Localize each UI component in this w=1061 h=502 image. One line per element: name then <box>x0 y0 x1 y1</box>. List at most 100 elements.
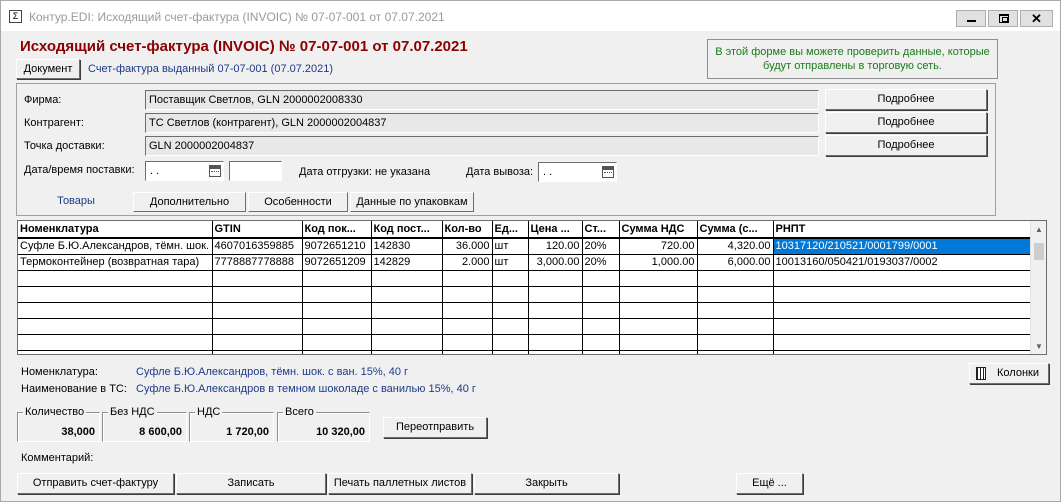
empty-row[interactable] <box>18 286 1031 303</box>
cell-nomenclature[interactable]: Суфле Б.Ю.Александров, тёмн. шок. <box>18 238 213 255</box>
resend-button[interactable]: Переотправить <box>383 417 487 438</box>
empty-cell[interactable] <box>442 270 493 287</box>
empty-cell[interactable] <box>619 286 698 303</box>
empty-cell[interactable] <box>773 350 1031 354</box>
cell-vat-rate[interactable]: 20% <box>582 254 620 271</box>
empty-cell[interactable] <box>697 270 774 287</box>
empty-cell[interactable] <box>582 270 620 287</box>
maximize-button[interactable] <box>988 10 1018 27</box>
empty-cell[interactable] <box>212 270 303 287</box>
cell-supplier-code[interactable]: 142829 <box>371 254 443 271</box>
scroll-up-icon[interactable]: ▲ <box>1035 225 1043 234</box>
empty-cell[interactable] <box>773 286 1031 303</box>
empty-cell[interactable] <box>528 350 583 354</box>
empty-cell[interactable] <box>18 350 213 354</box>
empty-cell[interactable] <box>528 286 583 303</box>
cell-vat-rate[interactable]: 20% <box>582 238 620 255</box>
cell-unit[interactable]: шт <box>492 238 529 255</box>
empty-cell[interactable] <box>697 334 774 351</box>
tab-features[interactable]: Особенности <box>248 192 348 212</box>
empty-cell[interactable] <box>773 334 1031 351</box>
empty-cell[interactable] <box>442 286 493 303</box>
empty-cell[interactable] <box>619 302 698 319</box>
cell-nomenclature[interactable]: Термоконтейнер (возвратная тара) <box>18 254 213 271</box>
calendar-icon[interactable] <box>602 166 614 178</box>
empty-cell[interactable] <box>442 302 493 319</box>
empty-row[interactable] <box>18 334 1031 351</box>
empty-cell[interactable] <box>302 334 372 351</box>
cell-buyer-code[interactable]: 9072651210 <box>302 238 372 255</box>
empty-cell[interactable] <box>371 286 443 303</box>
calendar-icon[interactable] <box>209 165 221 177</box>
empty-cell[interactable] <box>492 302 529 319</box>
save-button[interactable]: Записать <box>176 473 326 494</box>
column-header[interactable]: Ед... <box>492 221 529 239</box>
column-header[interactable]: Номенклатура <box>18 221 213 239</box>
empty-cell[interactable] <box>582 302 620 319</box>
column-header[interactable]: Код пок... <box>302 221 372 239</box>
table-row[interactable]: Термоконтейнер (возвратная тара) 7778887… <box>18 254 1031 271</box>
empty-cell[interactable] <box>371 302 443 319</box>
delivery-time-input[interactable] <box>229 161 282 181</box>
empty-cell[interactable] <box>302 286 372 303</box>
counterparty-field[interactable]: ТС Светлов (контрагент), GLN 20000020048… <box>145 113 819 133</box>
empty-cell[interactable] <box>773 270 1031 287</box>
cell-price[interactable]: 120.00 <box>528 238 583 255</box>
empty-cell[interactable] <box>619 350 698 354</box>
cell-quantity[interactable]: 36.000 <box>442 238 493 255</box>
empty-row[interactable] <box>18 350 1031 354</box>
cell-rnpt[interactable]: 10317120/210521/0001799/0001 <box>773 238 1031 255</box>
empty-cell[interactable] <box>371 350 443 354</box>
cell-supplier-code[interactable]: 142830 <box>371 238 443 255</box>
title-bar[interactable]: Σ Контур.EDI: Исходящий счет-фактура (IN… <box>1 1 1060 31</box>
more-actions-button[interactable]: Ещё ... <box>736 473 803 494</box>
empty-cell[interactable] <box>18 334 213 351</box>
empty-cell[interactable] <box>212 334 303 351</box>
column-header[interactable]: Цена ... <box>528 221 583 239</box>
empty-row[interactable] <box>18 270 1031 287</box>
empty-row[interactable] <box>18 318 1031 335</box>
print-pallet-sheets-button[interactable]: Печать паллетных листов <box>328 473 472 494</box>
empty-cell[interactable] <box>528 318 583 335</box>
empty-cell[interactable] <box>18 270 213 287</box>
empty-cell[interactable] <box>18 302 213 319</box>
column-header[interactable]: Кол-во <box>442 221 493 239</box>
empty-cell[interactable] <box>528 302 583 319</box>
firm-field[interactable]: Поставщик Светлов, GLN 2000002008330 <box>145 90 819 110</box>
empty-cell[interactable] <box>697 350 774 354</box>
column-header[interactable]: Код пост... <box>371 221 443 239</box>
empty-cell[interactable] <box>528 270 583 287</box>
column-header[interactable]: РНПТ <box>773 221 1031 239</box>
empty-row[interactable] <box>18 302 1031 319</box>
cell-vat-sum[interactable]: 720.00 <box>619 238 698 255</box>
cell-vat-sum[interactable]: 1,000.00 <box>619 254 698 271</box>
column-header[interactable]: Сумма (с... <box>697 221 774 239</box>
scroll-thumb[interactable] <box>1034 243 1044 260</box>
empty-cell[interactable] <box>492 350 529 354</box>
column-header[interactable]: Ст... <box>582 221 620 239</box>
empty-cell[interactable] <box>492 270 529 287</box>
goods-grid[interactable]: Номенклатура GTIN Код пок... Код пост...… <box>17 220 1047 355</box>
column-header[interactable]: GTIN <box>212 221 303 239</box>
empty-cell[interactable] <box>18 318 213 335</box>
empty-cell[interactable] <box>371 318 443 335</box>
empty-cell[interactable] <box>302 318 372 335</box>
cell-quantity[interactable]: 2.000 <box>442 254 493 271</box>
cell-sum-with-vat[interactable]: 6,000.00 <box>697 254 774 271</box>
empty-cell[interactable] <box>619 334 698 351</box>
empty-cell[interactable] <box>442 334 493 351</box>
empty-cell[interactable] <box>371 334 443 351</box>
empty-cell[interactable] <box>492 318 529 335</box>
empty-cell[interactable] <box>302 270 372 287</box>
empty-cell[interactable] <box>773 318 1031 335</box>
firm-more-button[interactable]: Подробнее <box>825 89 987 110</box>
table-row[interactable]: Суфле Б.Ю.Александров, тёмн. шок. 460701… <box>18 238 1031 255</box>
empty-cell[interactable] <box>697 286 774 303</box>
empty-cell[interactable] <box>582 318 620 335</box>
cell-price[interactable]: 3,000.00 <box>528 254 583 271</box>
minimize-button[interactable] <box>956 10 986 27</box>
empty-cell[interactable] <box>619 270 698 287</box>
empty-cell[interactable] <box>582 286 620 303</box>
grid-vertical-scrollbar[interactable]: ▲ ▼ <box>1030 221 1046 354</box>
empty-cell[interactable] <box>619 318 698 335</box>
